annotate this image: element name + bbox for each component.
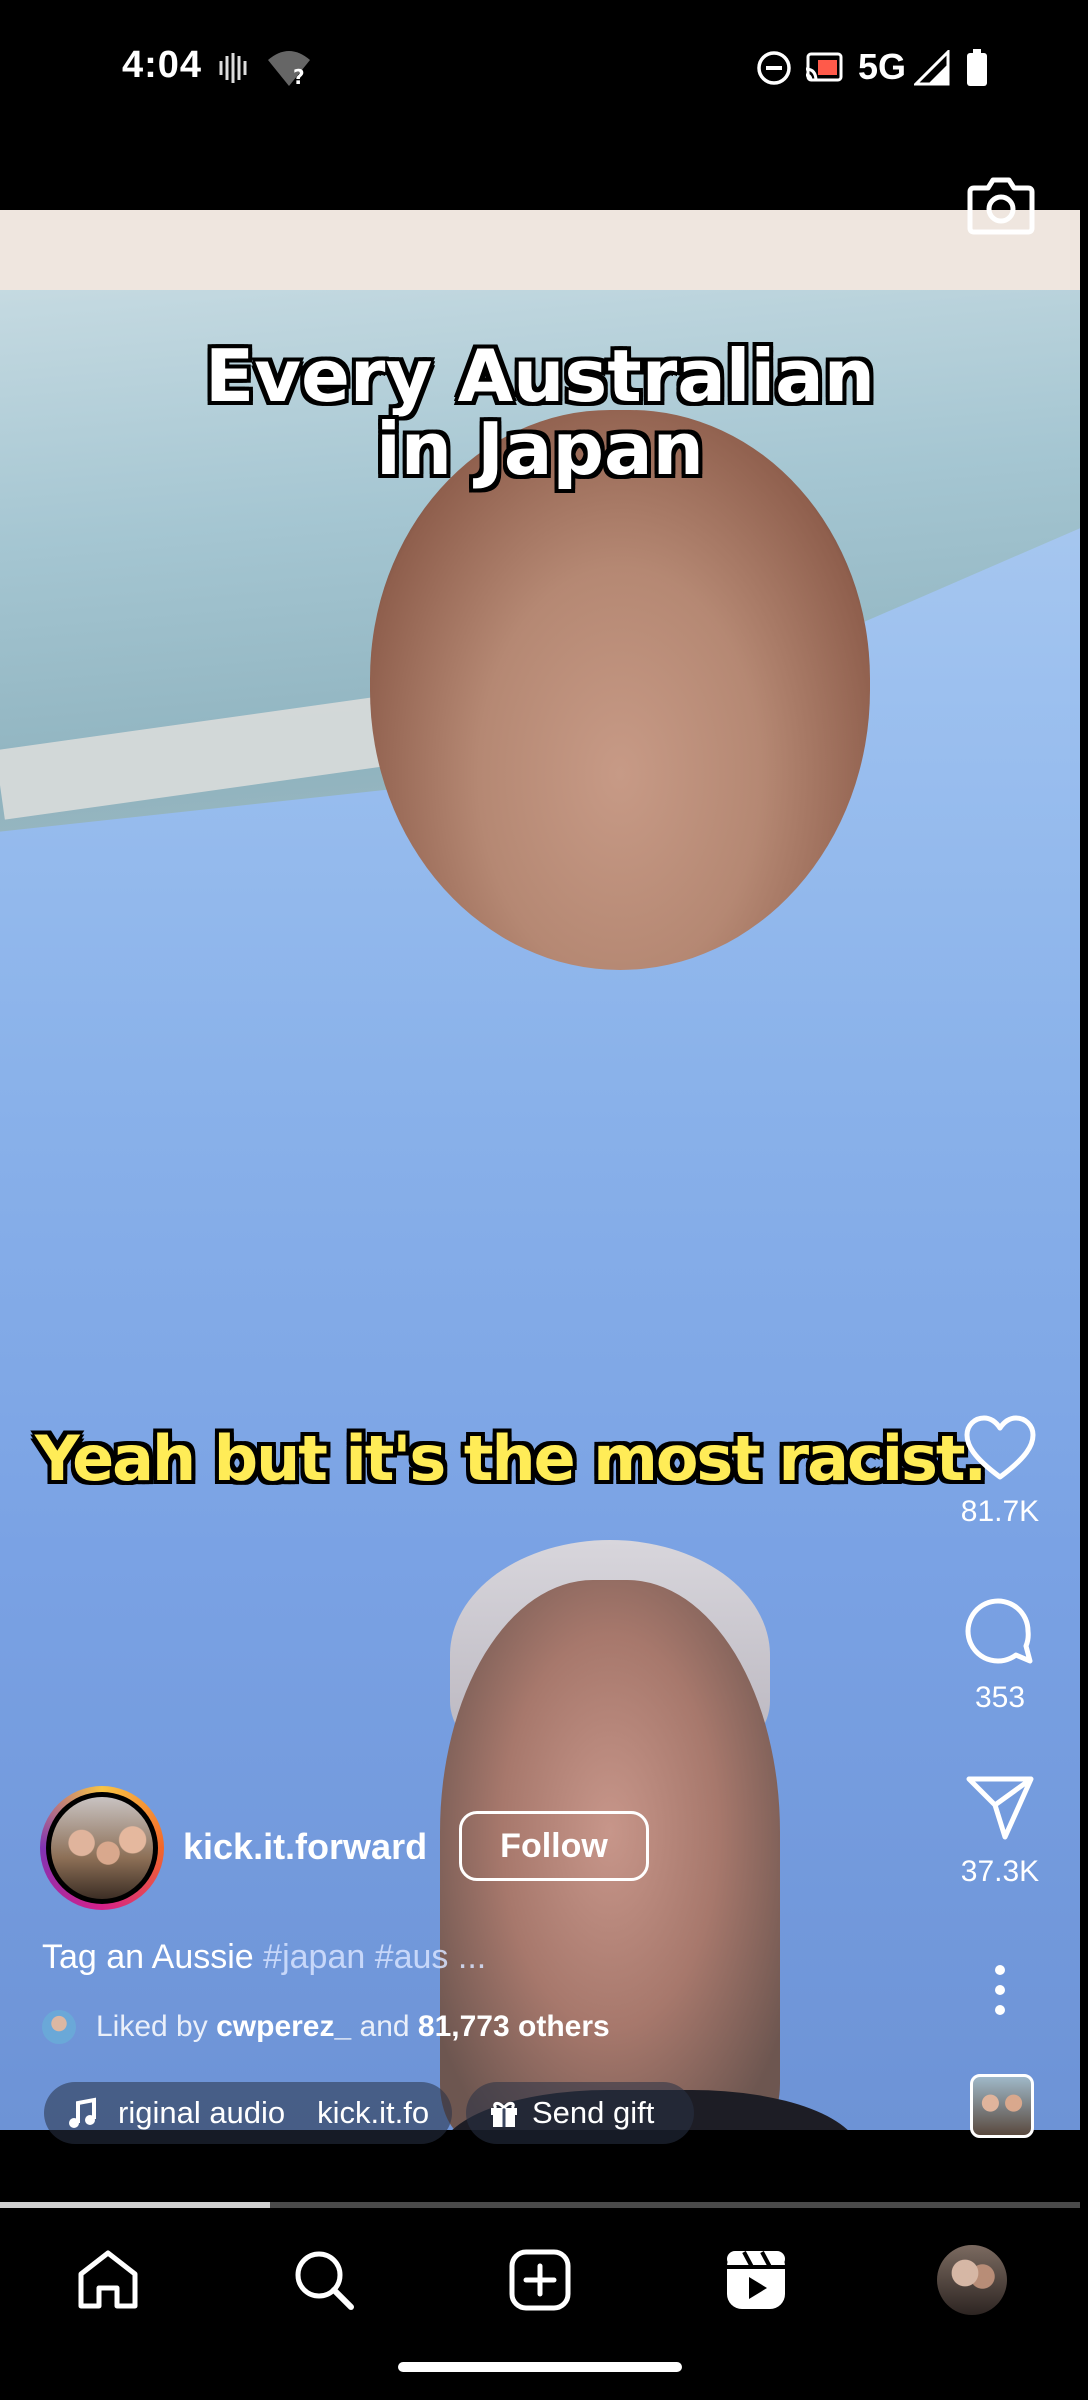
audio-thumbnail[interactable]	[970, 2074, 1034, 2138]
share-count: 37.3K	[960, 1855, 1040, 1888]
caption-text: Tag an Aussie	[42, 1938, 254, 1976]
status-bar: 4:04 ? 5G	[0, 0, 1088, 136]
video-progress-fill	[0, 2202, 270, 2208]
send-gift-pill[interactable]: Send gift	[466, 2082, 694, 2144]
more-vertical-icon	[995, 1965, 1005, 2015]
comment-button[interactable]: 353	[940, 1595, 1060, 1715]
liked-by-others[interactable]: 81,773 others	[418, 2010, 610, 2044]
svg-text:?: ?	[293, 65, 305, 88]
music-note-icon	[69, 2097, 96, 2128]
camera-icon	[967, 177, 1035, 235]
original-audio-pill[interactable]: riginal audio kick.it.fo	[44, 2082, 452, 2144]
liked-by-and: and	[359, 2010, 410, 2043]
avatar-border	[46, 1792, 158, 1904]
caption-hashtags[interactable]: #japan #aus ...	[263, 1938, 486, 1976]
author-avatar[interactable]	[40, 1786, 164, 1910]
nav-profile[interactable]	[932, 2240, 1012, 2320]
video-ceiling	[0, 210, 1080, 290]
create-icon	[509, 2249, 571, 2311]
profile-avatar	[937, 2245, 1007, 2315]
share-button[interactable]: 37.3K	[940, 1775, 1060, 1889]
search-icon	[295, 2251, 354, 2310]
gift-icon	[491, 2101, 517, 2127]
nav-home[interactable]	[68, 2240, 148, 2320]
like-button[interactable]: 81.7K	[940, 1415, 1060, 1529]
gift-label: Send gift	[532, 2095, 655, 2130]
signal-icon	[914, 48, 950, 88]
audio-label: riginal audio	[118, 2095, 286, 2130]
reels-icon	[727, 2251, 785, 2309]
more-options-button[interactable]	[940, 1960, 1060, 2020]
liked-by-user[interactable]: cwperez_	[216, 2010, 351, 2044]
author-username[interactable]: kick.it.forward	[183, 1826, 427, 1868]
nav-create[interactable]	[500, 2240, 580, 2320]
home-icon	[78, 2250, 138, 2309]
video-progress-bar[interactable]	[0, 2202, 1080, 2208]
do-not-disturb-icon	[756, 48, 792, 88]
audio-artist: kick.it.fo	[317, 2095, 430, 2130]
vibrate-icon	[218, 48, 248, 88]
wifi-unknown-icon: ?	[266, 48, 312, 88]
nav-reels[interactable]	[716, 2240, 796, 2320]
liked-by-prefix: Liked by	[96, 2010, 208, 2043]
nav-search[interactable]	[284, 2240, 364, 2320]
cast-icon	[804, 48, 844, 88]
comment-icon	[965, 1598, 1033, 1664]
send-icon	[966, 1776, 1034, 1840]
video-person-upside-down	[370, 410, 870, 970]
post-caption[interactable]: Tag an Aussie #japan #aus ...	[42, 1938, 486, 1977]
battery-icon	[966, 48, 988, 88]
like-count: 81.7K	[960, 1495, 1040, 1528]
liked-by-row[interactable]: Liked by cwperez_ and 81,773 others	[42, 2010, 610, 2044]
video-title-caption: Every Australian in Japan	[204, 334, 875, 492]
liked-by-avatar	[42, 2010, 76, 2044]
status-time: 4:04	[122, 44, 203, 86]
follow-button[interactable]: Follow	[459, 1811, 649, 1881]
camera-button[interactable]	[966, 170, 1036, 240]
video-subtitle: Yeah but it's the most racist.	[34, 1422, 987, 1495]
heart-icon	[964, 1415, 1036, 1480]
network-type-label: 5G	[858, 46, 907, 87]
avatar-photo	[51, 1797, 153, 1899]
comment-count: 353	[974, 1681, 1026, 1714]
home-indicator[interactable]	[398, 2362, 682, 2372]
